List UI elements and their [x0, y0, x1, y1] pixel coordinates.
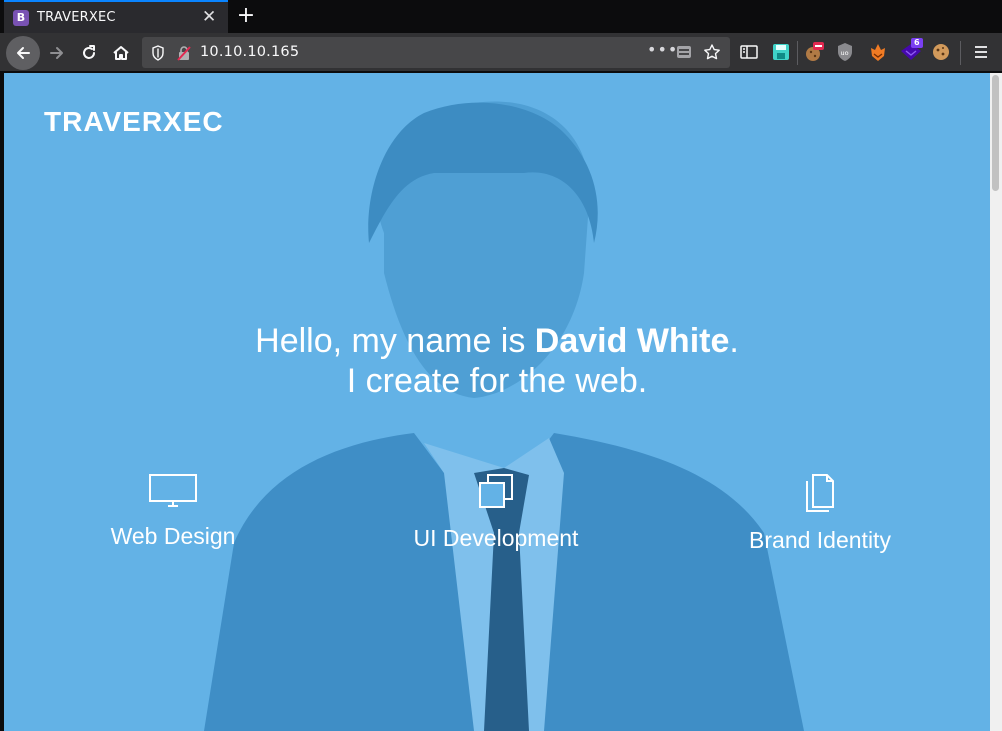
url-bar[interactable]: 10.10.10.165 ••• [142, 37, 730, 68]
forward-button[interactable] [42, 38, 72, 68]
hero-background-photo [204, 101, 804, 731]
service-label: Brand Identity [749, 527, 891, 553]
tab-strip: B TRAVERXEC ✕ + [0, 0, 1002, 33]
foxyproxy-icon[interactable] [868, 42, 888, 62]
forward-arrow-icon [50, 47, 63, 59]
toolbar-separator [797, 41, 798, 65]
home-icon [113, 46, 129, 60]
hero-period: . [729, 322, 739, 360]
cookie-editor-icon[interactable] [931, 42, 951, 62]
reload-icon [83, 45, 95, 59]
service-brand-identity: Brand Identity [690, 473, 950, 554]
hero-tagline: I create for the web. [346, 362, 648, 400]
tab-title: TRAVERXEC [37, 10, 116, 25]
svg-text:uo: uo [841, 49, 849, 57]
reload-button[interactable] [74, 38, 104, 68]
hero-greeting: Hello, my name is [255, 322, 535, 360]
save-page-icon[interactable] [772, 43, 790, 61]
page-viewport: TRAVERXEC Hello, my name is David White.… [4, 73, 990, 731]
toolbar-separator [960, 41, 961, 65]
back-button[interactable] [6, 36, 40, 70]
insecure-lock-icon[interactable] [176, 45, 192, 61]
hero-name: David White [534, 322, 730, 360]
service-label: Web Design [110, 523, 236, 549]
extension-count-badge: 6 [911, 38, 923, 48]
hamburger-menu-icon[interactable] [974, 45, 988, 59]
close-tab-icon[interactable]: ✕ [202, 9, 216, 26]
site-brand-logo[interactable]: TRAVERXEC [44, 106, 224, 138]
active-tab[interactable]: B TRAVERXEC ✕ [4, 0, 228, 33]
bookmark-star-icon[interactable] [703, 43, 721, 61]
vertical-scrollbar[interactable] [990, 73, 1002, 731]
nav-toolbar: 10.10.10.165 ••• uo 6 [0, 33, 1002, 72]
home-button[interactable] [106, 38, 136, 68]
ublock-origin-icon[interactable]: uo [836, 42, 854, 62]
page-actions-icon[interactable]: ••• [647, 40, 678, 59]
documents-icon [806, 474, 834, 512]
hero-heading: Hello, my name is David White. I create … [4, 321, 990, 401]
scrollbar-thumb[interactable] [992, 75, 999, 191]
new-tab-button[interactable]: + [235, 3, 257, 29]
url-text[interactable]: 10.10.10.165 [200, 44, 299, 60]
container-icon[interactable] [675, 44, 693, 60]
monitor-icon [149, 474, 197, 507]
service-ui-development: UI Development [366, 473, 626, 552]
stacked-windows-icon [479, 474, 513, 508]
library-icon[interactable] [740, 44, 758, 60]
service-label: UI Development [413, 525, 579, 551]
tracking-shield-icon[interactable] [151, 45, 165, 61]
service-web-design: Web Design [43, 473, 303, 550]
cookie-extension-icon[interactable] [804, 42, 824, 62]
bootstrap-favicon-icon: B [13, 9, 29, 26]
back-arrow-icon [17, 47, 30, 59]
